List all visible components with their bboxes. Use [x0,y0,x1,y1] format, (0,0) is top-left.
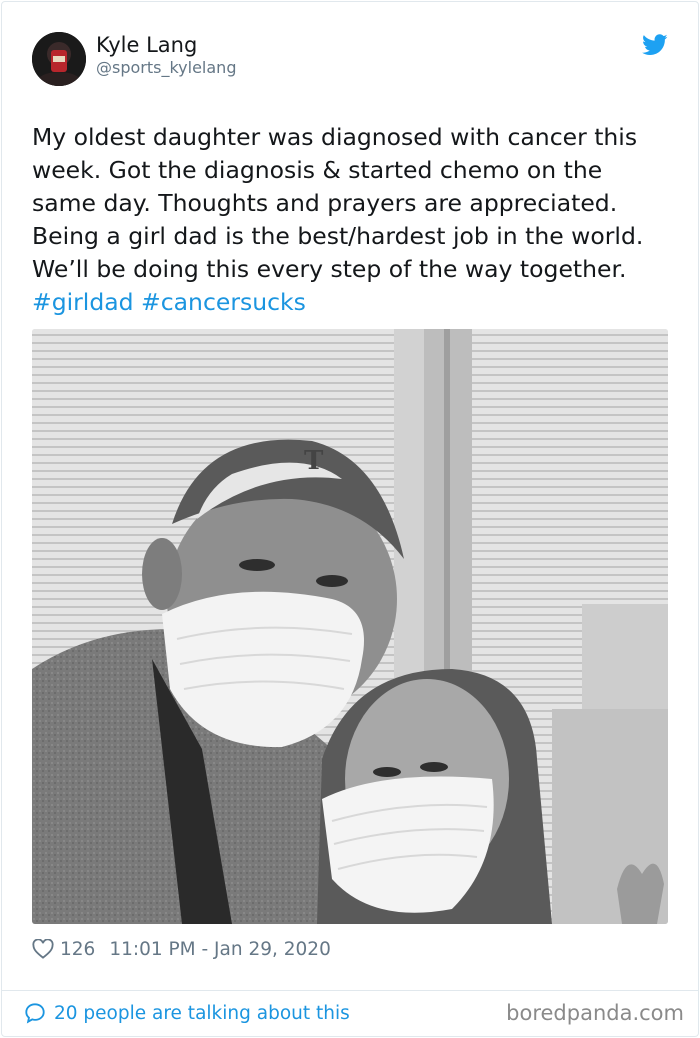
avatar[interactable] [32,32,86,86]
tweet-photo[interactable]: T [32,329,668,924]
tweet-timestamp[interactable]: 11:01 PM - Jan 29, 2020 [109,939,331,960]
talking-label[interactable]: 20 people are talking about this [54,1003,350,1024]
tweet-line: My oldest daughter was diagnosed with ca… [32,123,638,151]
divider [1,990,699,991]
like-count[interactable]: 126 [60,939,95,960]
twitter-bird-icon[interactable] [642,34,668,56]
watermark: boredpanda.com [506,1001,684,1025]
tweet-line: week. Got the diagnosis & started chemo … [32,156,603,184]
tweet-line: same day. Thoughts and prayers are appre… [32,189,618,217]
hashtag-line: #girldad #cancersucks [32,286,672,319]
conversation-link[interactable]: 20 people are talking about this [24,1000,350,1026]
tweet-meta: 126 11:01 PM - Jan 29, 2020 [32,936,331,962]
tweet-line: We’ll be doing this every step of the wa… [32,255,627,283]
hashtag-link[interactable]: #cancersucks [141,288,306,316]
author-name[interactable]: Kyle Lang [96,33,197,57]
hashtag-link[interactable]: #girldad [32,288,134,316]
speech-bubble-icon [24,1002,46,1024]
tweet-text: My oldest daughter was diagnosed with ca… [32,121,672,319]
svg-text:T: T [304,446,324,476]
tweet-line: Being a girl dad is the best/hardest job… [32,222,644,250]
author-handle[interactable]: @sports_kylelang [96,58,236,77]
heart-icon[interactable] [32,938,54,959]
